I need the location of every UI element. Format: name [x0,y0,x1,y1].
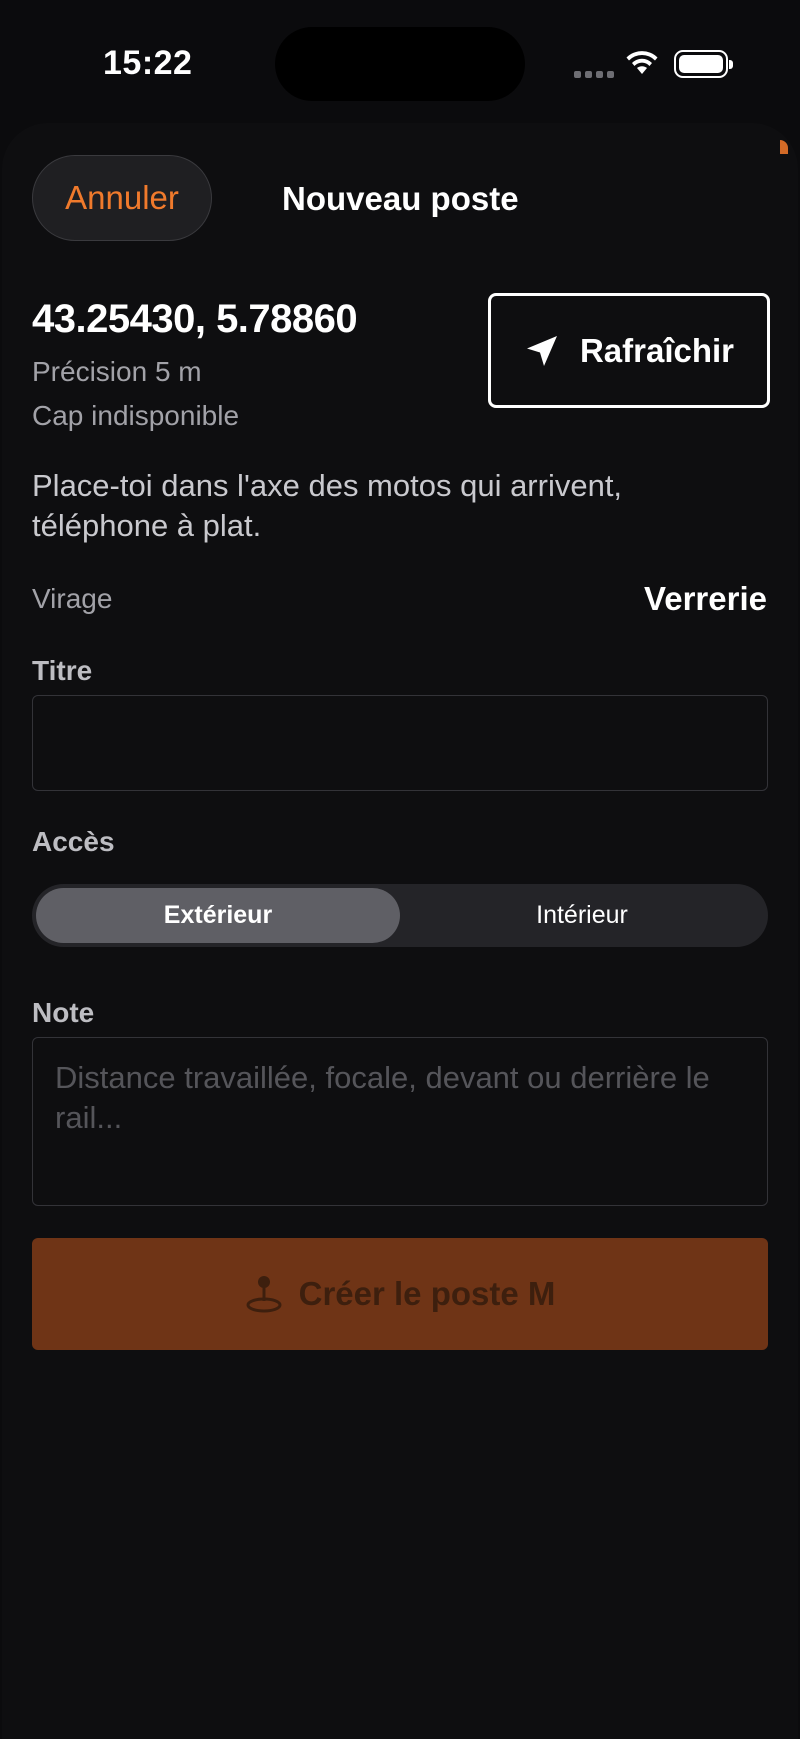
access-segmented-control: Extérieur Intérieur [32,884,768,947]
title-input[interactable] [32,695,768,791]
placement-hint: Place-toi dans l'axe des motos qui arriv… [32,468,623,543]
wifi-icon [626,51,658,74]
title-label: Titre [32,655,93,686]
cancel-button[interactable]: Annuler [32,155,212,241]
note-input[interactable] [32,1037,768,1206]
dynamic-island [275,27,525,101]
status-time: 15:22 [103,44,193,82]
gps-coordinates: 43.25430, 5.78860 [32,297,358,341]
pin-icon [246,1276,282,1313]
gps-precision: Précision 5 m [32,356,202,387]
status-bar: 15:22 [0,0,800,120]
cellular-signal-icon [574,71,614,78]
refresh-button-label: Rafraîchir [579,331,735,369]
battery-icon [674,50,733,78]
virage-value[interactable]: Verrerie [644,580,767,618]
refresh-location-button[interactable]: Rafraîchir [488,293,770,408]
location-arrow-icon [526,335,557,366]
create-post-button[interactable]: Créer le poste M [32,1238,768,1350]
note-label: Note [32,997,95,1028]
compass-heading: Cap indisponible [32,400,240,431]
create-post-button-label: Créer le poste M [298,1275,556,1312]
access-option-exterieur[interactable]: Extérieur [36,888,400,943]
access-label: Accès [32,826,115,857]
virage-label: Virage [32,583,113,614]
access-option-interieur[interactable]: Intérieur [400,888,764,943]
page-title: Nouveau poste [282,180,519,217]
